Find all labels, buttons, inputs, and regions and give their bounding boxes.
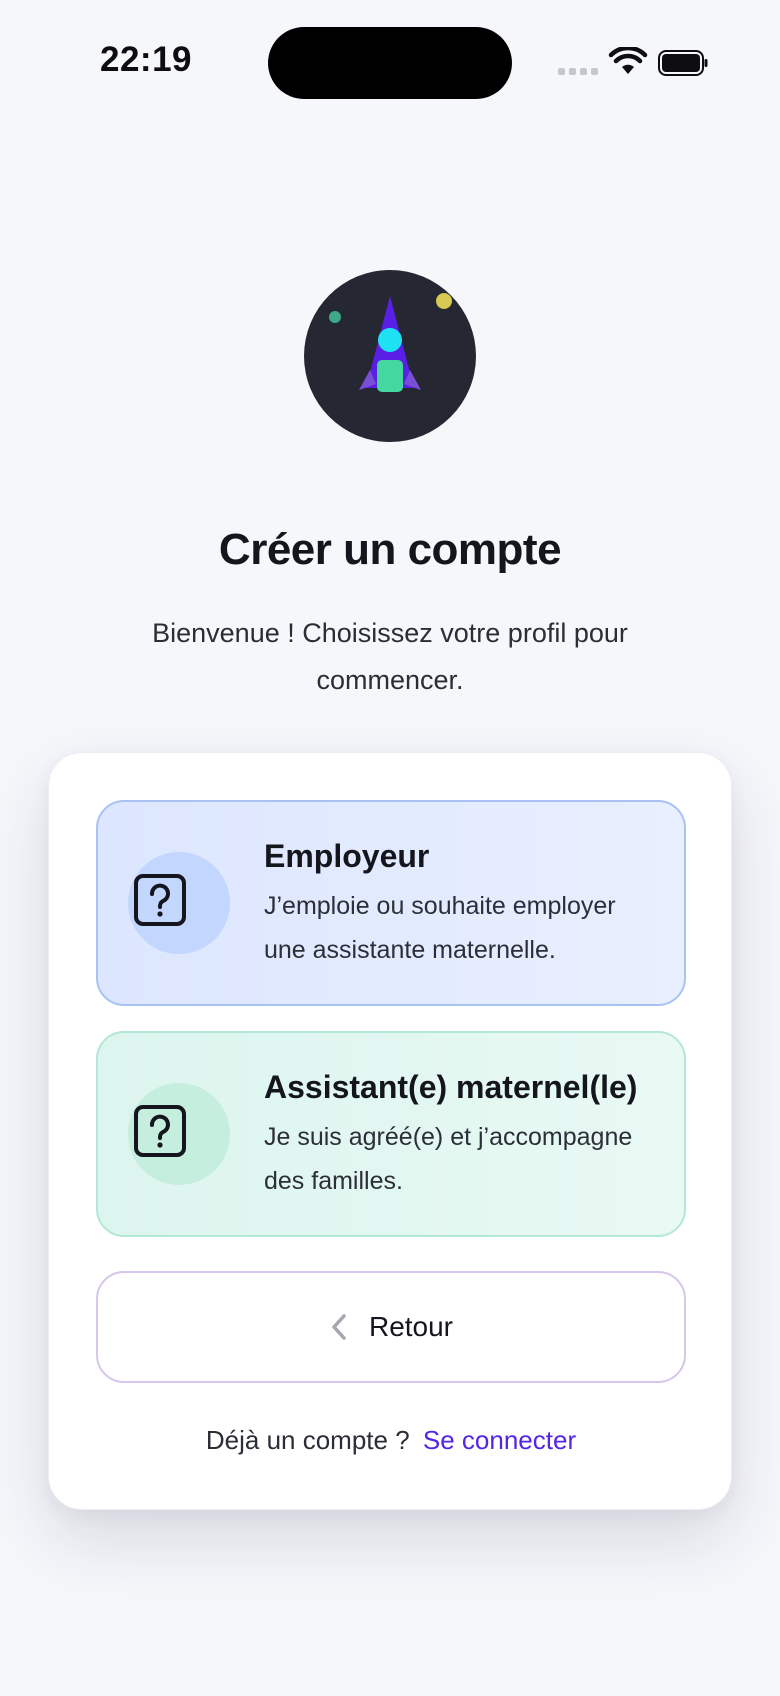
question-square-icon — [134, 1105, 186, 1157]
signin-prompt: Déjà un compte ? — [205, 1425, 410, 1455]
wifi-icon — [608, 47, 648, 74]
app-logo — [304, 270, 476, 442]
option-assistant[interactable]: Assistant(e) maternel(le) Je suis agréé(… — [96, 1031, 686, 1237]
rocket-logo-icon — [329, 293, 452, 392]
option-description: J’emploie ou souhaite employer une assis… — [264, 892, 616, 964]
page-title: Créer un compte — [218, 525, 562, 574]
cellular-signal-icon — [558, 68, 598, 75]
option-title: Employeur — [264, 838, 430, 874]
profile-card: Employeur J’emploie ou souhaite employer… — [48, 752, 732, 1510]
option-employer[interactable]: Employeur J’emploie ou souhaite employer… — [96, 800, 686, 1006]
battery-icon — [658, 50, 708, 76]
option-title: Assistant(e) maternel(le) — [264, 1069, 638, 1105]
signin-row: Déjà un compte ? Se connecter — [49, 1425, 733, 1456]
dynamic-island — [268, 27, 512, 99]
status-time: 22:19 — [100, 40, 193, 79]
back-button[interactable]: Retour — [96, 1271, 686, 1383]
option-description: Je suis agréé(e) et j’accompagne des fam… — [264, 1123, 633, 1195]
back-button-label: Retour — [368, 1311, 454, 1342]
page-subtitle: Bienvenue ! Choisissez votre profil pour… — [152, 618, 628, 695]
signin-link[interactable]: Se connecter — [423, 1425, 576, 1455]
chevron-left-icon — [332, 1314, 346, 1340]
create-account-screen: 22:19 Créer un compte Bienvenue ! Choisi… — [0, 0, 780, 1696]
question-square-icon — [134, 874, 186, 926]
